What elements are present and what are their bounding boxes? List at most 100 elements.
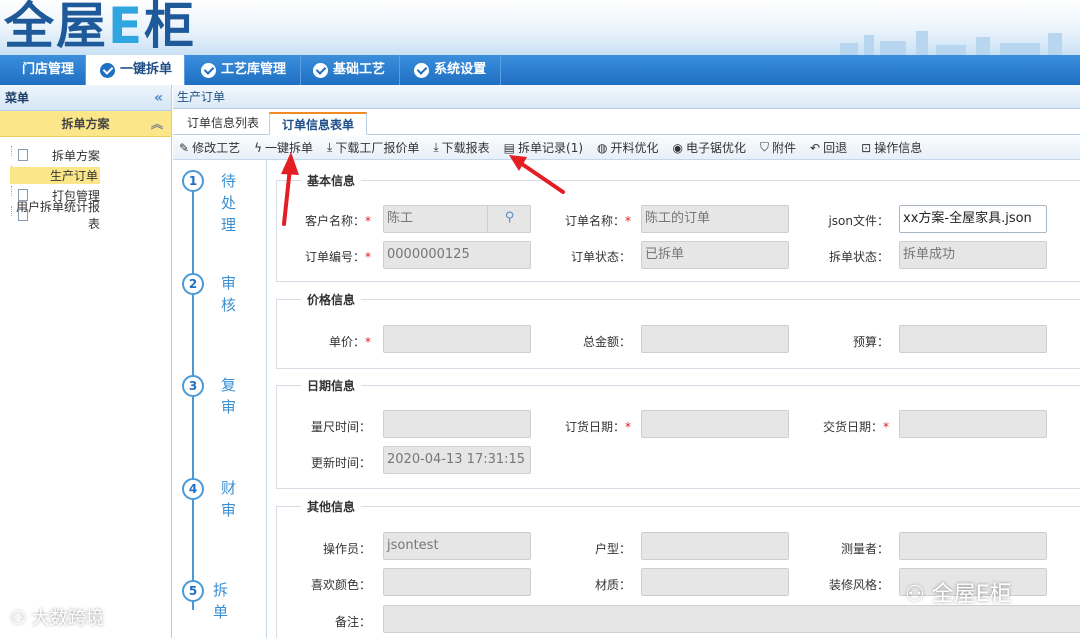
toolbar-label: 下载工厂报价单 xyxy=(335,141,420,155)
order-status-label: 订单状态： xyxy=(570,250,631,264)
tab-order-list[interactable]: 订单信息列表 xyxy=(175,112,271,135)
split-status-label: 拆单状态： xyxy=(828,250,889,264)
step-number: 2 xyxy=(182,273,204,295)
order-name-label: 订单名称：* xyxy=(564,214,631,228)
house-type-field[interactable] xyxy=(641,532,789,560)
nav-store-management[interactable]: 门店管理 xyxy=(0,55,87,85)
toolbar: ✎ 修改工艺 ϟ 一键拆单 ⤓ 下载工厂报价单 ⤓ 下载报表 ▤ 拆单记录(1)… xyxy=(173,136,1080,160)
cutting-optimize-button[interactable]: ◍ 开料优化 xyxy=(597,139,659,156)
nav-label: 工艺库管理 xyxy=(221,62,287,77)
section-title: 日期信息 xyxy=(301,377,362,394)
breadcrumb: 生产订单 xyxy=(173,85,1080,109)
budget-field[interactable] xyxy=(899,325,1047,353)
sidebar-item-split-plan[interactable]: 拆单方案 xyxy=(10,145,171,165)
toolbar-label: 拆单记录(1) xyxy=(518,141,584,155)
nav-basic-craft[interactable]: 基础工艺 xyxy=(301,55,401,85)
check-circle-icon xyxy=(201,62,217,78)
step-label: 审核 xyxy=(221,274,237,314)
material-field[interactable] xyxy=(641,568,789,596)
edit-craft-button[interactable]: ✎ 修改工艺 xyxy=(179,139,240,156)
sidebar-item-label: 用户拆单统计报表 xyxy=(15,200,100,231)
other-info-section: 其他信息 操作员： jsontest 户型： 测量者： 喜欢颜色： 材质： 装修… xyxy=(276,498,1080,638)
skyline-decoration xyxy=(820,25,1080,55)
steps-line xyxy=(192,190,194,610)
optimize-icon: ◍ xyxy=(597,140,608,155)
rollback-button[interactable]: ↶ 回退 xyxy=(810,139,847,156)
measure-time-label: 量尺时间： xyxy=(310,420,371,434)
sidebar-group-title: 拆单方案 xyxy=(61,117,110,131)
nav-craft-library[interactable]: 工艺库管理 xyxy=(185,55,302,85)
preferred-color-field[interactable] xyxy=(383,568,531,596)
split-status-field[interactable]: 拆单成功 xyxy=(899,241,1047,269)
split-record-button[interactable]: ▤ 拆单记录(1) xyxy=(504,139,583,156)
price-info-section: 价格信息 单价：* 总金额： 预算： xyxy=(276,291,1080,369)
step-number: 3 xyxy=(182,375,204,397)
double-chevron-left-icon[interactable]: « xyxy=(154,85,163,111)
wechat-icon: ⚇ xyxy=(905,582,932,607)
toolbar-label: 操作信息 xyxy=(874,141,923,155)
operation-info-button[interactable]: ⊡ 操作信息 xyxy=(861,139,922,156)
nav-label: 一键拆单 xyxy=(120,62,173,77)
wechat-icon: ⚇ xyxy=(10,608,32,629)
watermark-left: ⚇ 大数跨境 xyxy=(10,608,104,629)
workflow-steps: 1 待处理 2 审核 3 复审 4 财审 5 拆单 xyxy=(173,160,267,638)
operator-label: 操作员： xyxy=(322,542,371,556)
step-label: 拆单 xyxy=(213,581,229,621)
delivery-date-field[interactable] xyxy=(899,410,1047,438)
remark-field[interactable] xyxy=(383,605,1080,633)
tab-order-form[interactable]: 订单信息表单 xyxy=(269,112,368,135)
decoration-style-label: 装修风格： xyxy=(828,578,889,592)
section-title: 基本信息 xyxy=(301,172,362,189)
main-nav: 门店管理 一键拆单 工艺库管理 基础工艺 系统设置 xyxy=(0,55,1080,85)
app-logo: 全屋E柜 xyxy=(4,0,197,55)
order-date-field[interactable] xyxy=(641,410,789,438)
step-label: 待处理 xyxy=(221,172,237,234)
tab-bar: 订单信息列表 订单信息表单 xyxy=(173,109,1080,135)
saw-optimize-button[interactable]: ◉ 电子锯优化 xyxy=(673,139,747,156)
back-icon: ↶ xyxy=(810,140,821,155)
step-number: 4 xyxy=(182,478,204,500)
nav-label: 门店管理 xyxy=(22,62,75,77)
total-amount-label: 总金额： xyxy=(582,335,631,349)
step-label: 财审 xyxy=(221,479,237,519)
sidebar-item-user-stats[interactable]: 用户拆单统计报表 xyxy=(10,200,171,231)
sidebar-item-production-order[interactable]: 生产订单 xyxy=(10,165,171,185)
nav-one-click-split[interactable]: 一键拆单 xyxy=(86,55,186,85)
measurer-field[interactable] xyxy=(899,532,1047,560)
total-amount-field[interactable] xyxy=(641,325,789,353)
search-icon[interactable]: ⚲ xyxy=(487,205,531,233)
nav-system-settings[interactable]: 系统设置 xyxy=(400,55,502,85)
json-file-label: json文件： xyxy=(828,214,889,228)
saw-icon: ◉ xyxy=(672,140,683,155)
delivery-date-label: 交货日期：* xyxy=(822,420,889,434)
order-status-field[interactable]: 已拆单 xyxy=(641,241,789,269)
attachment-button[interactable]: ⛉ 附件 xyxy=(760,139,796,156)
lightning-icon: ϟ xyxy=(254,140,262,155)
double-chevron-up-icon[interactable]: ︽ xyxy=(151,111,163,137)
toolbar-label: 回退 xyxy=(823,141,848,155)
toolbar-label: 开料优化 xyxy=(610,141,659,155)
shield-icon: ⛉ xyxy=(760,140,770,154)
download-report-button[interactable]: ⤓ 下载报表 xyxy=(433,139,489,156)
order-number-label: 订单编号：* xyxy=(304,250,371,264)
step-label: 复审 xyxy=(221,376,237,416)
one-click-split-button[interactable]: ϟ 一键拆单 xyxy=(254,139,313,156)
toolbar-label: 下载报表 xyxy=(441,141,490,155)
sidebar-tree: 拆单方案 生产订单 打包管理 用户拆单统计报表 xyxy=(0,137,171,231)
lock-icon: ⊡ xyxy=(861,140,872,155)
order-date-label: 订货日期：* xyxy=(564,420,631,434)
app-header: 全屋E柜 xyxy=(0,0,1080,55)
unit-price-field[interactable] xyxy=(383,325,531,353)
toolbar-label: 电子锯优化 xyxy=(686,141,747,155)
download-factory-quote-button[interactable]: ⤓ 下载工厂报价单 xyxy=(327,139,419,156)
operator-field[interactable]: jsontest xyxy=(383,532,531,560)
order-name-field[interactable]: 陈工的订单 xyxy=(641,205,789,233)
section-title: 其他信息 xyxy=(301,498,362,515)
settings-circle-icon xyxy=(414,62,430,78)
sidebar-group-header[interactable]: 拆单方案 ︽ xyxy=(0,111,171,137)
order-number-field[interactable]: 0000000125 xyxy=(383,241,531,269)
json-file-field[interactable]: xx方案-全屋家具.json xyxy=(899,205,1047,233)
measure-time-field[interactable] xyxy=(383,410,531,438)
house-type-label: 户型： xyxy=(594,542,631,556)
update-time-field[interactable]: 2020-04-13 17:31:15 xyxy=(383,446,531,474)
